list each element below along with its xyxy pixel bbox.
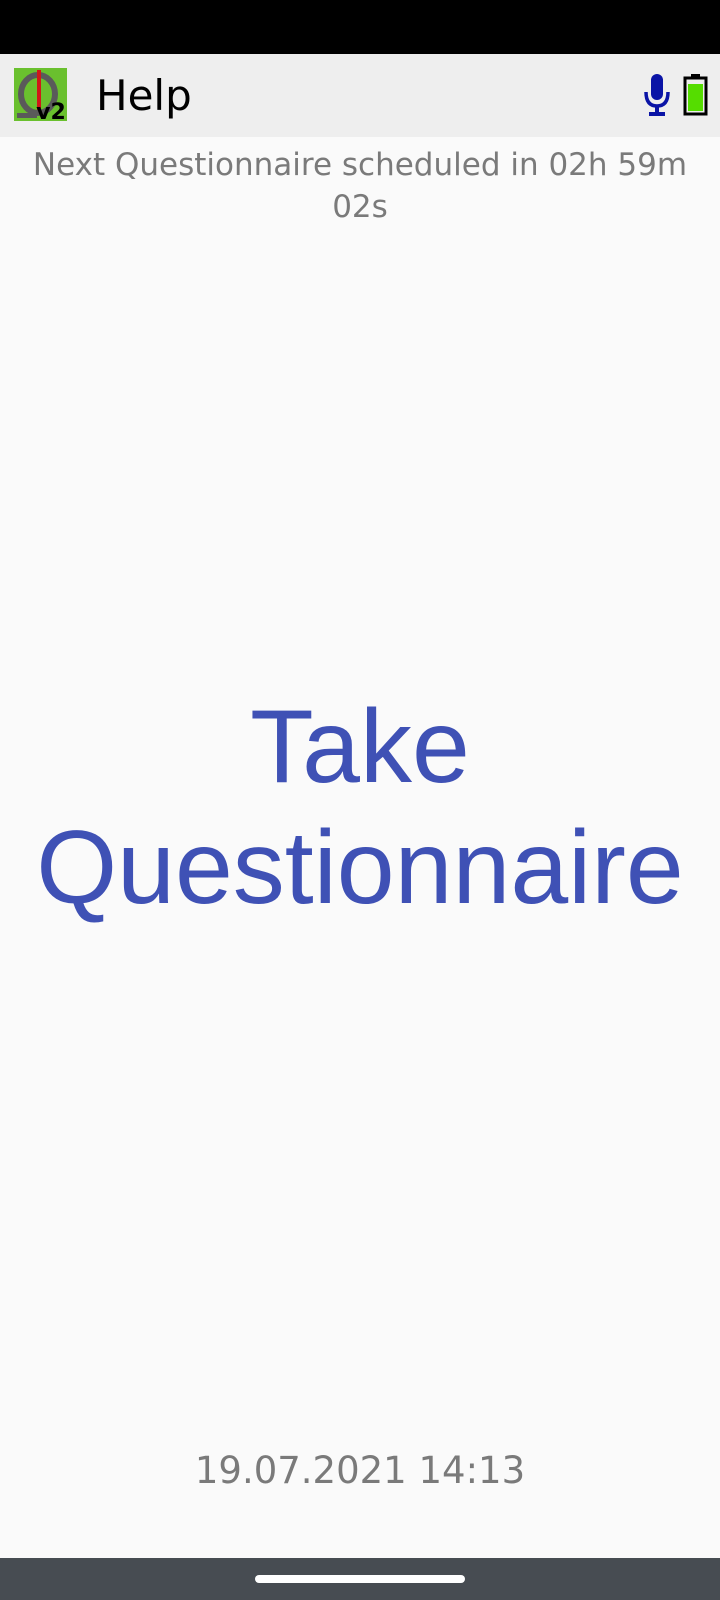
navigation-bar bbox=[0, 1558, 720, 1600]
take-questionnaire-line2: Questionnaire bbox=[36, 810, 684, 926]
app-logo-icon: v2 bbox=[14, 68, 67, 125]
home-indicator[interactable] bbox=[255, 1575, 465, 1583]
current-datetime: 19.07.2021 14:13 bbox=[194, 1449, 526, 1492]
take-questionnaire-button[interactable]: Take Questionnaire bbox=[0, 687, 720, 927]
app-bar: v2 Help bbox=[0, 54, 720, 137]
battery-icon bbox=[683, 74, 708, 116]
app-logo-text: v2 bbox=[36, 100, 66, 121]
status-bar bbox=[0, 0, 720, 54]
next-questionnaire-schedule: Next Questionnaire scheduled in 02h 59m … bbox=[32, 147, 688, 225]
app-title: Help bbox=[96, 71, 192, 120]
microphone-icon[interactable] bbox=[642, 72, 672, 118]
take-questionnaire-line1: Take bbox=[250, 689, 470, 805]
